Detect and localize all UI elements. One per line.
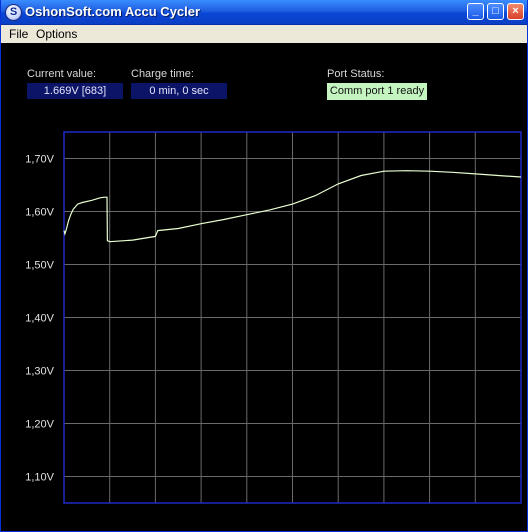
voltage-chart: 1,70V 1,60V 1,50V 1,40V 1,30V 1,20V 1,10V xyxy=(25,131,522,504)
y-tick-label: 1,70V xyxy=(25,154,54,166)
y-tick-label: 1,50V xyxy=(25,260,54,272)
y-tick-label: 1,10V xyxy=(25,472,54,484)
y-tick-label: 1,60V xyxy=(25,207,54,219)
app-window: S OshonSoft.com Accu Cycler _ □ × File O… xyxy=(0,0,528,532)
y-tick-label: 1,30V xyxy=(25,366,54,378)
y-tick-label: 1,40V xyxy=(25,313,54,325)
y-tick-label: 1,20V xyxy=(25,419,54,431)
